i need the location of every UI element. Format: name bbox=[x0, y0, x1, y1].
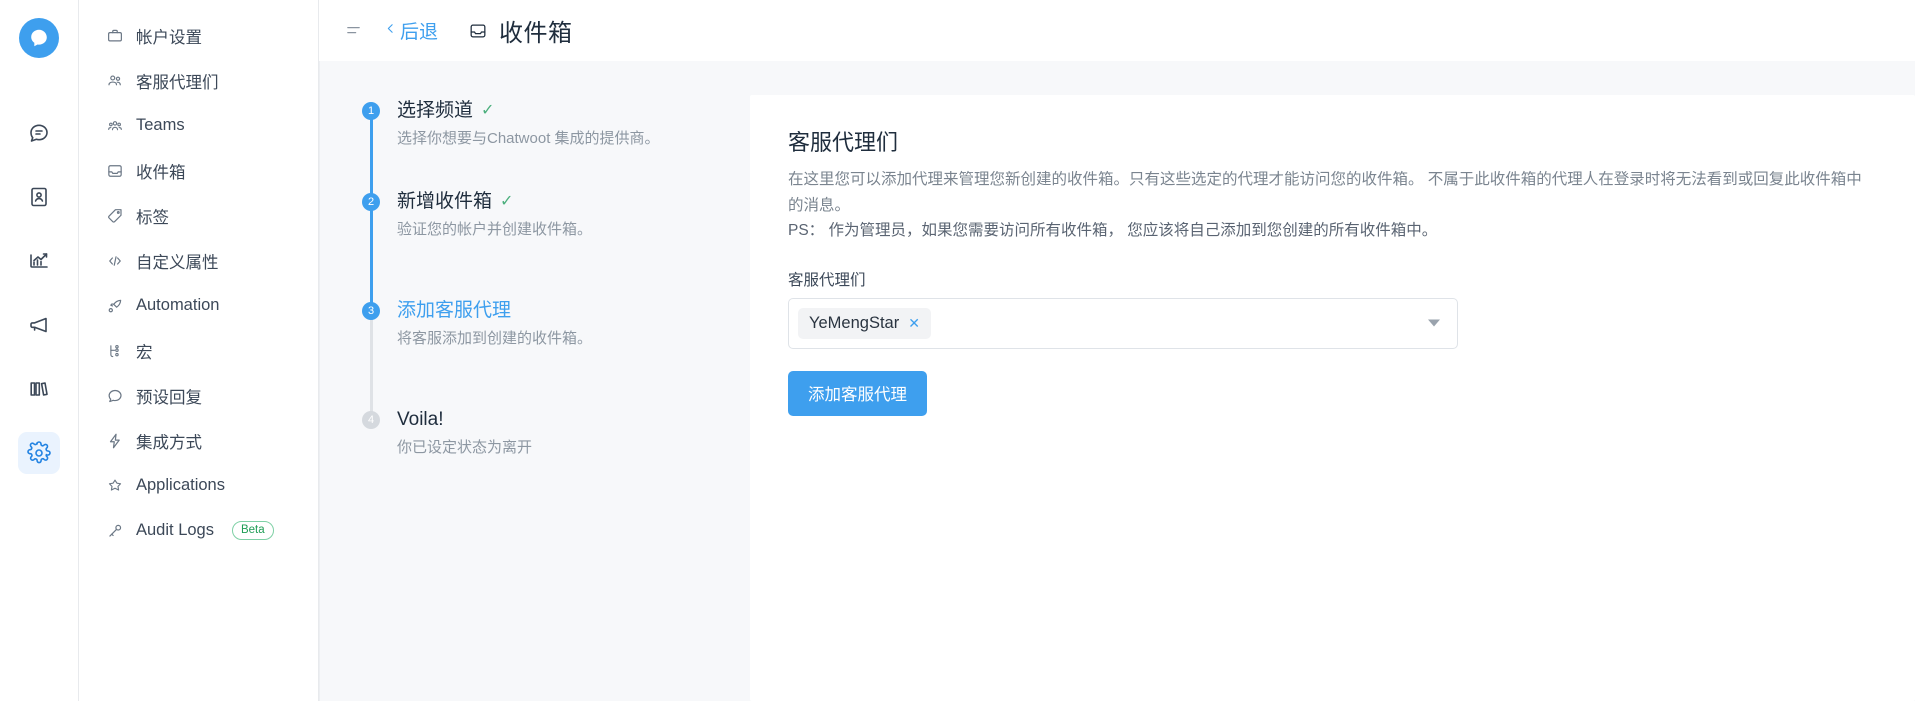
check-icon: ✓ bbox=[481, 103, 494, 119]
check-icon: ✓ bbox=[500, 194, 513, 210]
campaigns-megaphone-icon[interactable] bbox=[18, 304, 60, 346]
sidebar-item-label: 帐户设置 bbox=[136, 24, 202, 48]
help-center-books-icon[interactable] bbox=[18, 368, 60, 410]
step-description: 你已设定状态为离开 bbox=[397, 436, 698, 459]
back-button-label: 后退 bbox=[400, 17, 438, 44]
inbox-icon bbox=[105, 161, 124, 180]
step-description: 将客服添加到创建的收件箱。 bbox=[397, 327, 698, 350]
settings-sidebar: 帐户设置 客服代理们 Teams bbox=[79, 0, 319, 701]
step-title-text: 添加客服代理 bbox=[397, 299, 511, 323]
integrations-bolt-icon bbox=[105, 431, 124, 450]
app-root: 帐户设置 客服代理们 Teams bbox=[0, 0, 1915, 701]
wizard-step-2: 2 新增收件箱 ✓ 验证您的帐户并创建收件箱。 bbox=[362, 190, 698, 299]
primary-icon-rail bbox=[0, 0, 79, 701]
sidebar-item-label: 标签 bbox=[136, 204, 169, 228]
sidebar-item-account-settings[interactable]: 帐户设置 bbox=[79, 13, 318, 58]
agents-card: 客服代理们 在这里您可以添加代理来管理您新创建的收件箱。只有这些选定的代理才能访… bbox=[750, 95, 1915, 701]
card-heading: 客服代理们 bbox=[788, 125, 1877, 157]
card-description-text: 在这里您可以添加代理来管理您新创建的收件箱。只有这些选定的代理才能访问您的收件箱… bbox=[788, 171, 1862, 214]
conversations-chat-icon[interactable] bbox=[18, 112, 60, 154]
breadcrumb-inbox-icon bbox=[468, 21, 488, 41]
sidebar-item-canned-responses[interactable]: 预设回复 bbox=[79, 373, 318, 418]
sidebar-item-label: 集成方式 bbox=[136, 429, 202, 453]
step-connector bbox=[370, 319, 373, 414]
card-description: 在这里您可以添加代理来管理您新创建的收件箱。只有这些选定的代理才能访问您的收件箱… bbox=[788, 167, 1877, 244]
sidebar-item-inboxes[interactable]: 收件箱 bbox=[79, 148, 318, 193]
sidebar-item-label: Audit Logs bbox=[136, 521, 214, 540]
step-description: 选择你想要与Chatwoot 集成的提供商。 bbox=[397, 127, 698, 150]
step-number-badge: 3 bbox=[362, 302, 380, 320]
step-title: 添加客服代理 bbox=[397, 299, 698, 323]
canned-response-chat-icon bbox=[105, 386, 124, 405]
reports-chart-icon[interactable] bbox=[18, 240, 60, 282]
applications-star-icon bbox=[105, 476, 124, 495]
selected-agent-chip[interactable]: YeMengStar ✕ bbox=[798, 308, 931, 339]
content-region: 后退 收件箱 1 选择频道 ✓ bbox=[319, 0, 1915, 701]
chevron-down-icon[interactable] bbox=[1428, 320, 1440, 327]
sidebar-item-label: 预设回复 bbox=[136, 384, 202, 408]
main-content-wrap: 客服代理们 在这里您可以添加代理来管理您新创建的收件箱。只有这些选定的代理才能访… bbox=[732, 61, 1915, 701]
sidebar-item-label: Automation bbox=[136, 296, 219, 315]
add-agents-button[interactable]: 添加客服代理 bbox=[788, 371, 927, 416]
sidebar-item-labels[interactable]: 标签 bbox=[79, 193, 318, 238]
sidebar-item-custom-attributes[interactable]: 自定义属性 bbox=[79, 238, 318, 283]
step-title: 选择频道 ✓ bbox=[397, 99, 698, 123]
settings-gear-icon[interactable] bbox=[18, 432, 60, 474]
chip-label: YeMengStar bbox=[809, 314, 899, 333]
hamburger-icon[interactable] bbox=[340, 18, 366, 44]
card-description-ps: PS： 作为管理员，如果您需要访问所有收件箱， 您应该将自己添加到您创建的所有收… bbox=[788, 222, 1437, 239]
sidebar-item-integrations[interactable]: 集成方式 bbox=[79, 418, 318, 463]
code-brackets-icon bbox=[105, 251, 124, 270]
step-number-badge: 2 bbox=[362, 193, 380, 211]
step-number-badge: 1 bbox=[362, 102, 380, 120]
page-title: 收件箱 bbox=[499, 13, 573, 48]
step-title-text: Voila! bbox=[397, 408, 443, 432]
close-icon[interactable]: ✕ bbox=[908, 316, 920, 330]
contacts-book-icon[interactable] bbox=[18, 176, 60, 218]
back-button[interactable]: 后退 bbox=[384, 17, 438, 44]
step-number-badge: 4 bbox=[362, 411, 380, 429]
topbar: 后退 收件箱 bbox=[319, 0, 1915, 61]
sidebar-item-label: 客服代理们 bbox=[136, 69, 219, 93]
step-connector bbox=[370, 119, 373, 196]
sidebar-item-label: 自定义属性 bbox=[136, 249, 219, 273]
macros-icon bbox=[105, 341, 124, 360]
agents-field-label: 客服代理们 bbox=[788, 268, 1877, 290]
sidebar-item-automation[interactable]: Automation bbox=[79, 283, 318, 328]
agents-people-icon bbox=[105, 71, 124, 90]
teams-group-icon bbox=[105, 116, 124, 135]
wizard-steps: 1 选择频道 ✓ 选择你想要与Chatwoot 集成的提供商。 2 新增收件箱 bbox=[362, 99, 698, 459]
rail-icon-list bbox=[18, 112, 60, 474]
sidebar-item-macros[interactable]: 宏 bbox=[79, 328, 318, 373]
step-title: 新增收件箱 ✓ bbox=[397, 190, 698, 214]
status-badge: Beta bbox=[232, 521, 274, 540]
sidebar-item-agents[interactable]: 客服代理们 bbox=[79, 58, 318, 103]
wizard-step-3: 3 添加客服代理 将客服添加到创建的收件箱。 bbox=[362, 299, 698, 408]
sidebar-item-applications[interactable]: Applications bbox=[79, 463, 318, 508]
chevron-left-icon bbox=[384, 20, 397, 41]
briefcase-icon bbox=[105, 26, 124, 45]
sidebar-item-label: 收件箱 bbox=[136, 159, 186, 183]
step-title-text: 新增收件箱 bbox=[397, 190, 492, 214]
sidebar-item-label: Applications bbox=[136, 476, 225, 495]
sidebar-item-audit-logs[interactable]: Audit Logs Beta bbox=[79, 508, 318, 553]
sidebar-item-label: Teams bbox=[136, 116, 185, 135]
page-body: 1 选择频道 ✓ 选择你想要与Chatwoot 集成的提供商。 2 新增收件箱 bbox=[319, 61, 1915, 701]
sidebar-item-label: 宏 bbox=[136, 339, 153, 363]
chatwoot-logo-icon[interactable] bbox=[19, 18, 59, 58]
automation-rocket-icon bbox=[105, 296, 124, 315]
tag-icon bbox=[105, 206, 124, 225]
agents-multiselect[interactable]: YeMengStar ✕ bbox=[788, 298, 1458, 349]
sidebar-item-teams[interactable]: Teams bbox=[79, 103, 318, 148]
step-connector bbox=[370, 210, 373, 305]
step-title-text: 选择频道 bbox=[397, 99, 473, 123]
step-description: 验证您的帐户并创建收件箱。 bbox=[397, 218, 698, 241]
step-title: Voila! bbox=[397, 408, 698, 432]
wizard-step-1: 1 选择频道 ✓ 选择你想要与Chatwoot 集成的提供商。 bbox=[362, 99, 698, 190]
wizard-step-4: 4 Voila! 你已设定状态为离开 bbox=[362, 408, 698, 459]
setup-wizard-panel: 1 选择频道 ✓ 选择你想要与Chatwoot 集成的提供商。 2 新增收件箱 bbox=[319, 61, 732, 701]
key-icon bbox=[105, 521, 124, 540]
